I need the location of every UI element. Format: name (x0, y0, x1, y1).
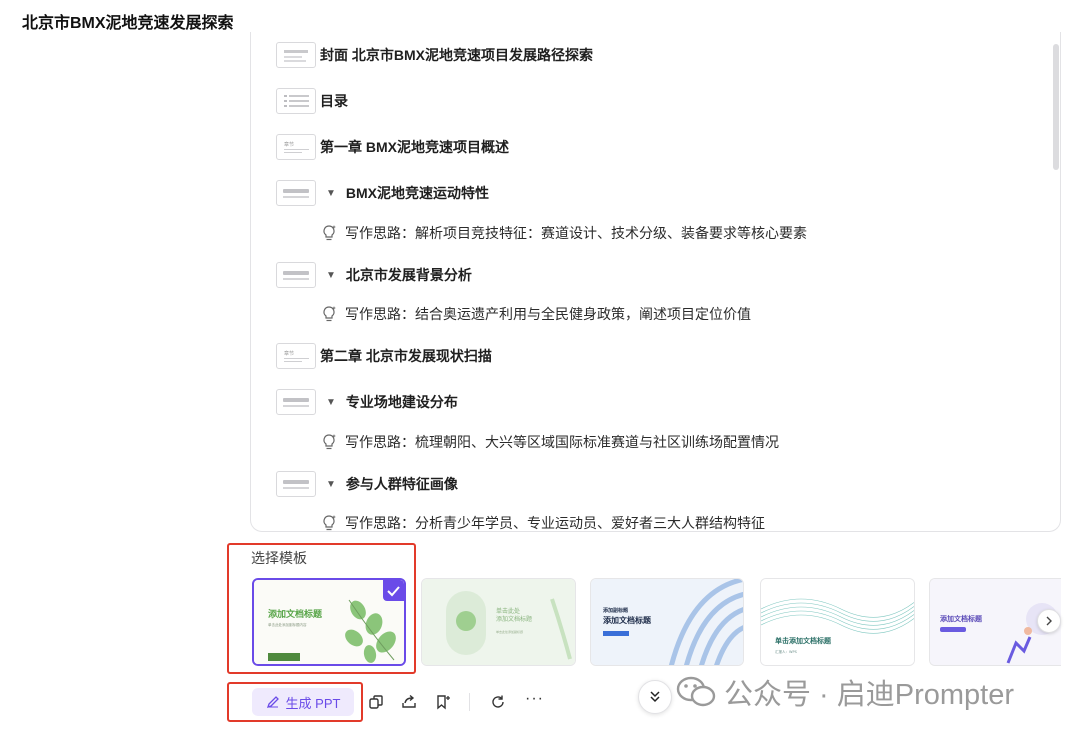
watermark-text: 公众号 · 启迪Prompter (724, 679, 1015, 711)
outline-item-label: 北京市发展背景分析 (345, 267, 472, 283)
svg-text:单击添加文档标题: 单击添加文档标题 (775, 636, 832, 645)
outline-item-section[interactable]: ▼ 北京市发展背景分析 (276, 262, 472, 288)
outline-item-section[interactable]: ▼ 专业场地建设分布 (276, 389, 458, 415)
outline-panel: 封面 北京市BMX泥地竞速项目发展路径探索 目录 章节 第一章 BMX泥地竞速项… (250, 32, 1061, 532)
writing-idea-text: 写作思路：解析项目竞技特征：赛道设计、技术分级、装备要求等核心要素 (345, 225, 807, 241)
outline-item-cover[interactable]: 封面 北京市BMX泥地竞速项目发展路径探索 (276, 42, 593, 68)
wechat-icon (676, 676, 716, 707)
outline-item-section[interactable]: ▼ BMX泥地竞速运动特性 (276, 180, 489, 206)
writing-idea: 写作思路：解析项目竞技特征：赛道设计、技术分级、装备要求等核心要素 (321, 223, 807, 243)
template-preview: 添加副标题 添加文档标题 (591, 579, 743, 665)
refresh-icon (492, 695, 504, 708)
writing-idea-text: 写作思路：分析青少年学员、专业运动员、爱好者三大人群结构特征 (345, 515, 765, 531)
highlight-box-template (227, 543, 416, 674)
template-preview: 单击此处添加文档标题 单击此处添加副标题 (422, 579, 575, 665)
slide-thumbnail (276, 389, 316, 415)
slide-thumbnail: 章节 (276, 134, 316, 160)
copy-button[interactable] (366, 692, 386, 712)
outline-item-label: 专业场地建设分布 (345, 394, 458, 410)
slide-thumbnail: 章节 (276, 343, 316, 369)
slide-thumbnail (276, 180, 316, 206)
collapse-caret-icon[interactable]: ▼ (326, 270, 336, 281)
collapse-caret-icon[interactable]: ▼ (326, 479, 336, 490)
svg-text:添加副标题: 添加副标题 (603, 607, 629, 614)
outline-item-chapter-2[interactable]: 章节 第二章 北京市发展现状扫描 (276, 343, 492, 369)
watermark: 公众号 · 启迪Prompter (676, 671, 1014, 713)
slide-thumbnail (276, 471, 316, 497)
outline-item-label: 封面 北京市BMX泥地竞速项目发展路径探索 (320, 47, 593, 63)
regenerate-button[interactable] (488, 692, 508, 712)
writing-idea-text: 写作思路：结合奥运遗产利用与全民健身政策，阐述项目定位价值 (345, 306, 751, 322)
outline-item-label: BMX泥地竞速运动特性 (345, 185, 490, 201)
outline-item-label: 第一章 BMX泥地竞速项目概述 (320, 139, 509, 155)
bookmark-star-icon (437, 695, 450, 710)
outline-item-label: 目录 (320, 93, 348, 109)
template-next-button[interactable] (1037, 609, 1061, 633)
writing-idea: 写作思路：结合奥运遗产利用与全民健身政策，阐述项目定位价值 (321, 304, 751, 324)
copy-icon (369, 695, 383, 709)
outline-item-toc[interactable]: 目录 (276, 88, 348, 114)
template-card-4[interactable]: 单击添加文档标题 汇报人：WPS (760, 578, 915, 666)
template-card-3[interactable]: 添加副标题 添加文档标题 (590, 578, 744, 666)
highlight-box-generate (227, 682, 363, 722)
template-preview: 单击添加文档标题 汇报人：WPS (761, 579, 914, 665)
lightbulb-icon (323, 225, 336, 241)
collapse-caret-icon[interactable]: ▼ (326, 397, 336, 408)
collapse-caret-icon[interactable]: ▼ (326, 188, 336, 199)
writing-idea: 写作思路：梳理朝阳、大兴等区域国际标准赛道与社区训练场配置情况 (321, 432, 779, 452)
share-button[interactable] (399, 692, 419, 712)
slide-thumbnail (276, 262, 316, 288)
bookmark-button[interactable] (433, 692, 453, 712)
outline-scrollbar[interactable] (1053, 44, 1059, 170)
slide-thumbnail (276, 88, 316, 114)
lightbulb-icon (323, 306, 336, 322)
slide-thumbnail (276, 42, 316, 68)
svg-text:添加文档标题: 添加文档标题 (940, 614, 983, 623)
share-icon (402, 694, 416, 708)
template-card-2[interactable]: 单击此处添加文档标题 单击此处添加副标题 (421, 578, 576, 666)
svg-text:添加文档标题: 添加文档标题 (603, 615, 652, 625)
outline-item-label: 第二章 北京市发展现状扫描 (320, 348, 492, 364)
lightbulb-icon (323, 515, 336, 531)
toolbar-divider (469, 693, 470, 711)
svg-text:单击此处添加副标题: 单击此处添加副标题 (496, 629, 523, 634)
scroll-to-bottom-button[interactable] (638, 680, 672, 714)
svg-text:汇报人：WPS: 汇报人：WPS (775, 649, 798, 654)
chevron-right-icon (1046, 616, 1052, 626)
lightbulb-icon (323, 434, 336, 450)
writing-idea: 写作思路：分析青少年学员、专业运动员、爱好者三大人群结构特征 (321, 513, 765, 531)
double-chevron-down-icon (650, 691, 660, 703)
outline-item-section[interactable]: ▼ 参与人群特征画像 (276, 471, 458, 497)
writing-idea-text: 写作思路：梳理朝阳、大兴等区域国际标准赛道与社区训练场配置情况 (345, 434, 779, 450)
outline-item-label: 参与人群特征画像 (345, 476, 458, 492)
page-title: 北京市BMX泥地竞速发展探索 (22, 15, 234, 32)
more-button[interactable]: ··· (525, 690, 544, 708)
outline-item-chapter-1[interactable]: 章节 第一章 BMX泥地竞速项目概述 (276, 134, 509, 160)
